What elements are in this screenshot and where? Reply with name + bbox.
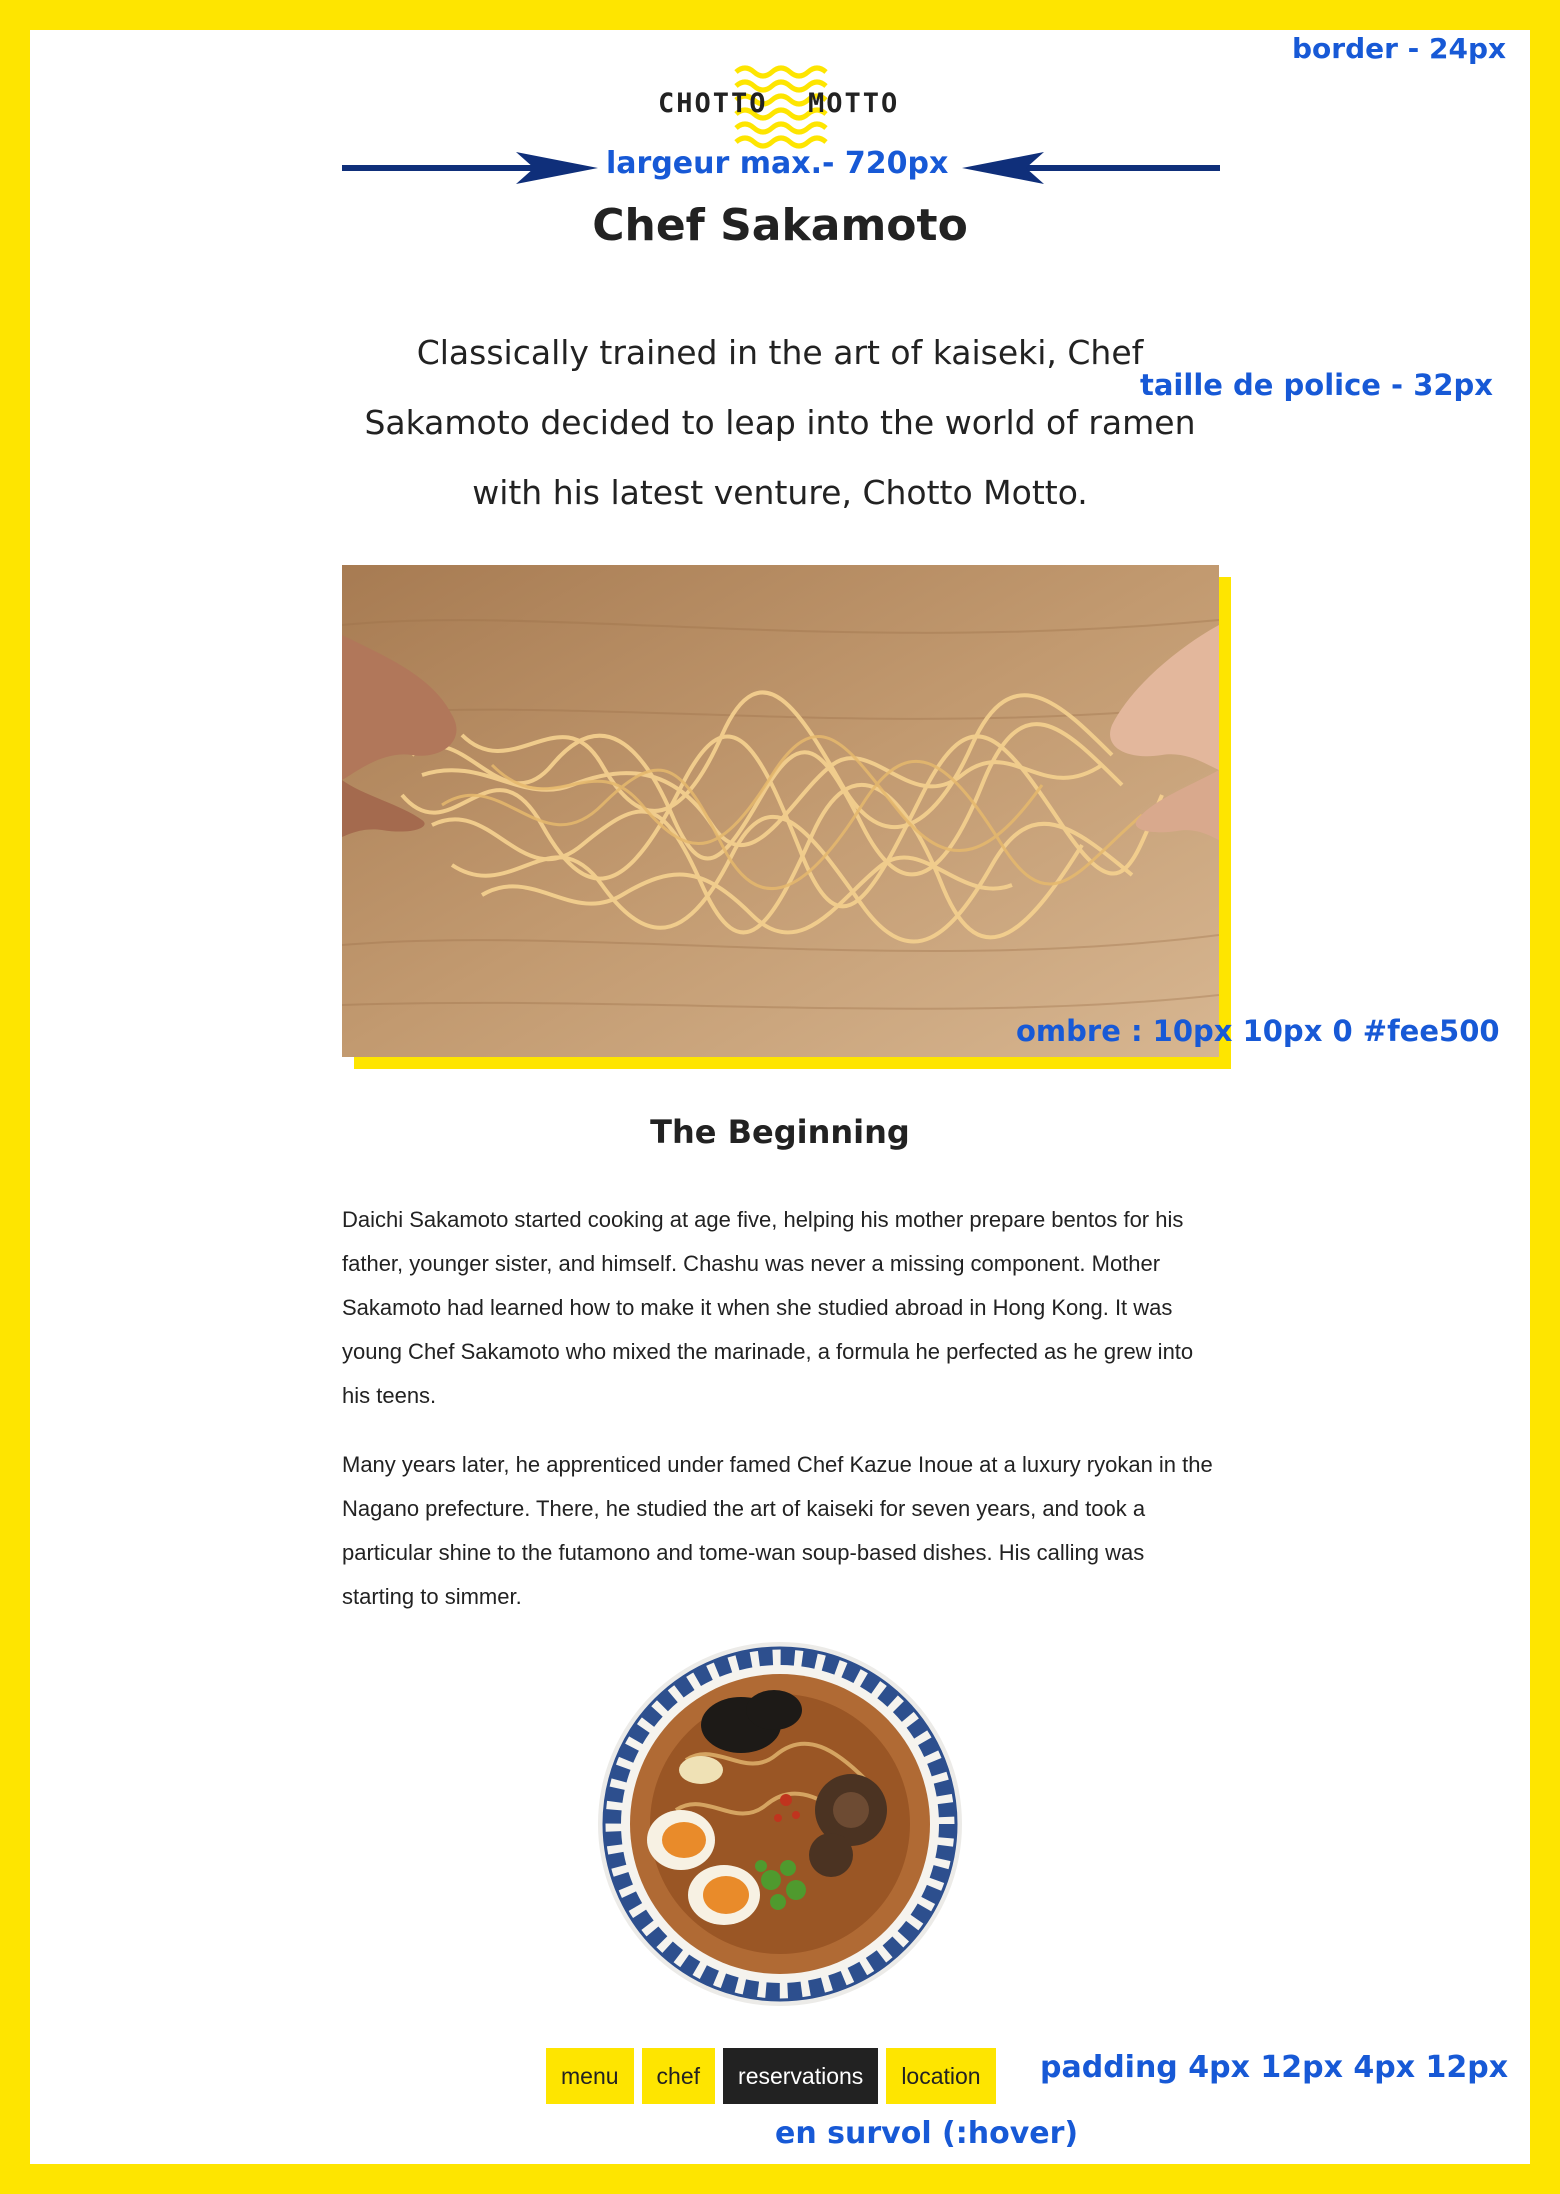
nav-item-chef[interactable]: chef — [641, 2048, 716, 2104]
arrow-right-icon — [342, 152, 598, 184]
paragraph-2: Many years later, he apprenticed under f… — [342, 1452, 1213, 1609]
page-title: Chef Sakamoto — [592, 200, 968, 251]
nav-item-reservations[interactable]: reservations — [723, 2048, 879, 2104]
nav-item-location[interactable]: location — [886, 2048, 996, 2104]
hover-annotation: en survol (:hover) — [775, 2116, 1079, 2151]
padding-annotation: padding 4px 12px 4px 12px — [1040, 2050, 1509, 2085]
lead-paragraph: Classically trained in the art of kaisek… — [364, 333, 1196, 512]
main-nav: menu chef reservations location — [546, 2048, 1004, 2104]
section-title: The Beginning — [650, 1113, 910, 1151]
shadow-annotation: ombre : 10px 10px 0 #fee500 — [1016, 1014, 1500, 1048]
logo-word-chotto: CHOTTO — [658, 88, 768, 119]
ramen-bowl-image — [596, 1640, 964, 2008]
max-width-annotation: largeur max.- 720px — [606, 146, 949, 181]
nav-item-menu[interactable]: menu — [546, 2048, 634, 2104]
font-size-annotation: taille de police - 32px — [1140, 368, 1494, 402]
border-annotation: border - 24px — [1292, 32, 1507, 65]
chotto-motto-logo[interactable]: CHOTTO MOTTO — [640, 60, 920, 150]
paragraph-1: Daichi Sakamoto started cooking at age f… — [342, 1207, 1194, 1408]
logo-word-motto: MOTTO — [808, 88, 900, 119]
ramen-bowl-photo — [598, 1642, 962, 2006]
noodles-photo — [342, 565, 1219, 1057]
arrow-left-icon — [962, 152, 1220, 184]
noodles-hero-image — [342, 565, 1219, 1057]
